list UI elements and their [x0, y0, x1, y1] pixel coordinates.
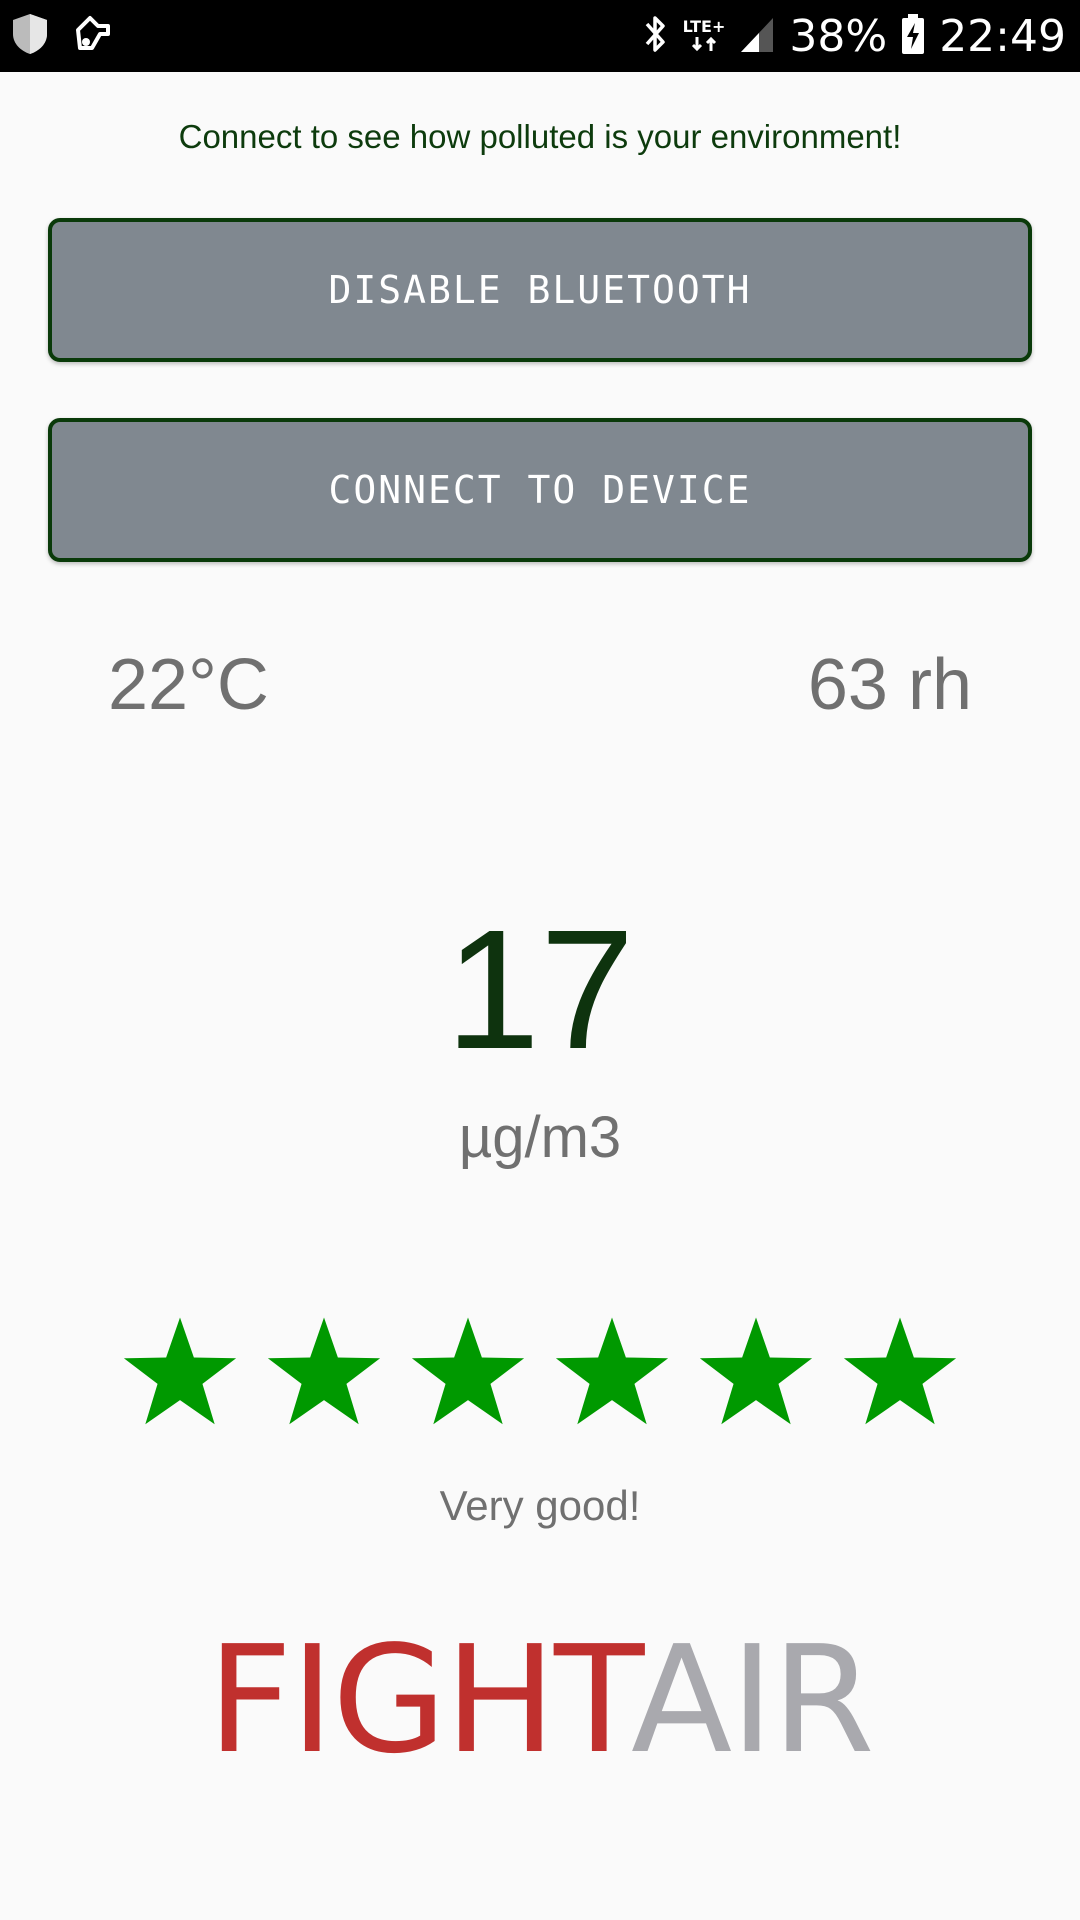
- pm-value: 17: [445, 895, 635, 1085]
- star-icon: [699, 1317, 813, 1425]
- fightair-logo: FIGHTAIR: [0, 1620, 1080, 1780]
- connect-hint-text: Connect to see how polluted is your envi…: [178, 118, 902, 155]
- battery-percent: 38%: [789, 10, 888, 62]
- shield-icon: [10, 12, 50, 61]
- star-icon: [267, 1317, 381, 1425]
- air-quality-stars: [0, 1314, 1080, 1432]
- signal-icon: [739, 14, 775, 59]
- battery-charging-icon: [901, 13, 925, 60]
- star-icon: [555, 1317, 669, 1425]
- network-label: LTE+: [682, 17, 726, 36]
- star-icon: [843, 1317, 957, 1425]
- disable-bluetooth-button[interactable]: DISABLE BLUETOOTH: [48, 218, 1032, 362]
- logo-part-fight: FIGHT: [207, 1614, 633, 1786]
- air-quality-label: Very good!: [439, 1482, 641, 1529]
- humidity-reading: 63 rh: [807, 645, 972, 725]
- status-bar-left: [10, 12, 114, 61]
- usb-debug-icon: [72, 12, 114, 61]
- star-icon: [411, 1317, 525, 1425]
- bluetooth-icon: [643, 12, 669, 61]
- temperature-reading: 22°C: [108, 645, 269, 725]
- pm-unit: µg/m3: [458, 1105, 622, 1170]
- lte-plus-icon: LTE+: [682, 17, 726, 53]
- logo-part-air: AIR: [630, 1614, 875, 1786]
- connect-to-device-button[interactable]: CONNECT TO DEVICE: [48, 418, 1032, 562]
- clock: 22:49: [939, 10, 1066, 62]
- status-bar-right: LTE+ 38% 22:49: [643, 0, 1066, 72]
- star-icon: [123, 1317, 237, 1425]
- status-bar: LTE+ 38% 22:49: [0, 0, 1080, 72]
